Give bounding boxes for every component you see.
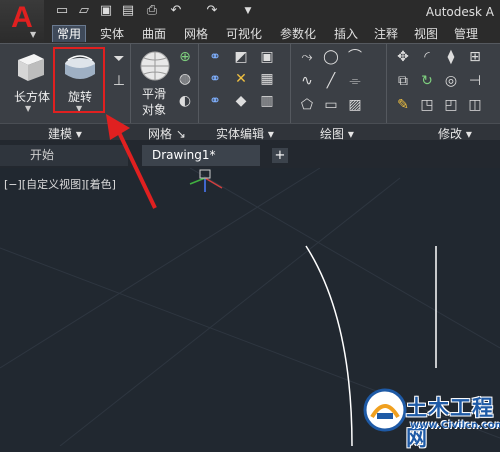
file-tab-bar: 开始 Drawing1* + — [0, 140, 500, 168]
smooth-label-line1[interactable]: 平滑 — [136, 85, 172, 102]
extrude-icon[interactable]: ⏷ — [110, 50, 128, 68]
shell-icon[interactable]: ▥ — [258, 92, 276, 110]
tab-visualize[interactable]: 可视化 — [222, 26, 266, 42]
slice-icon[interactable]: ◩ — [232, 48, 250, 66]
trim-icon[interactable]: ⊣ — [466, 72, 484, 90]
array-icon[interactable]: ⊞ — [466, 48, 484, 66]
ribbon-tab-bar: 常用 实体 曲面 网格 可视化 参数化 插入 注释 视图 管理 — [44, 24, 500, 43]
saveas-icon[interactable]: ▤ — [120, 3, 136, 19]
tab-surface[interactable]: 曲面 — [138, 26, 170, 42]
polyline-icon[interactable]: ⤳ — [298, 48, 316, 66]
smooth-object-icon[interactable] — [138, 49, 172, 83]
scale-icon[interactable]: ◰ — [442, 96, 460, 114]
tab-home[interactable]: 常用 — [52, 25, 87, 42]
tab-annotate[interactable]: 注释 — [370, 26, 402, 42]
rectangle-icon[interactable]: ▭ — [322, 96, 340, 114]
mesh-refine-icon[interactable]: ◍ — [176, 70, 194, 88]
offset-icon[interactable]: ◎ — [442, 72, 460, 90]
watermark-logo-icon — [363, 388, 407, 432]
box-button-label[interactable]: 长方体 — [10, 88, 54, 105]
arc-icon[interactable]: ⌒ — [346, 48, 364, 66]
application-menu-button[interactable]: A ▼ — [0, 0, 44, 44]
quick-access-toolbar: ▭ ▱ ▣ ▤ ⎙ ↶ ↷ ▼ Autodesk A — [44, 0, 500, 25]
revolve-highlight-box — [53, 47, 105, 113]
extrude-faces-icon[interactable]: ▣ — [258, 48, 276, 66]
tab-insert[interactable]: 插入 — [330, 26, 362, 42]
open-icon[interactable]: ▱ — [76, 3, 92, 19]
stretch-icon[interactable]: ◳ — [418, 96, 436, 114]
tab-mesh[interactable]: 网格 — [180, 26, 212, 42]
mirror-icon[interactable]: ⧫ — [442, 48, 460, 66]
save-icon[interactable]: ▣ — [98, 3, 114, 19]
tab-solid[interactable]: 实体 — [96, 26, 128, 42]
intersect-icon[interactable]: ⚭ — [206, 92, 224, 110]
polygon-icon[interactable]: ⬠ — [298, 96, 316, 114]
rotate-icon[interactable]: ↻ — [418, 72, 436, 90]
new-icon[interactable]: ▭ — [54, 3, 70, 19]
subtract-icon[interactable]: ⚭ — [206, 70, 224, 88]
explode-icon[interactable]: ◫ — [466, 96, 484, 114]
window-title: Autodesk A — [425, 5, 494, 19]
box-icon[interactable] — [14, 50, 48, 84]
line-icon[interactable]: ╱ — [322, 72, 340, 90]
tab-parametric[interactable]: 参数化 — [276, 26, 320, 42]
extract-edges-icon[interactable]: ◆ — [232, 92, 250, 110]
tab-manage[interactable]: 管理 — [450, 26, 482, 42]
copy-icon[interactable]: ⧉ — [394, 72, 412, 90]
new-tab-button[interactable]: + — [272, 148, 288, 163]
circle-icon[interactable]: ◯ — [322, 48, 340, 66]
undo-icon[interactable]: ↶ — [168, 3, 184, 19]
separate-icon[interactable]: ▦ — [258, 70, 276, 88]
mesh-edit-icon[interactable]: ◐ — [176, 92, 194, 110]
interfere-icon[interactable]: ✕ — [232, 70, 250, 88]
chevron-down-icon: ▼ — [30, 30, 37, 39]
print-icon[interactable]: ⎙ — [144, 3, 160, 19]
helix-icon[interactable]: ⌯ — [346, 72, 364, 90]
ribbon-panel-labels: 建模 ▾ 网格 ↘ 实体编辑 ▾ 绘图 ▾ 修改 ▾ — [0, 123, 500, 141]
tab-view[interactable]: 视图 — [410, 26, 442, 42]
move-icon[interactable]: ✥ — [394, 48, 412, 66]
mesh-box-icon[interactable]: ⊕ — [176, 48, 194, 66]
annotation-arrow — [106, 114, 157, 209]
watermark-url: www.Civilcn.com — [410, 420, 500, 431]
union-icon[interactable]: ⚭ — [206, 48, 224, 66]
chevron-down-icon[interactable]: ▼ — [25, 104, 31, 113]
chevron-down-icon[interactable]: ▼ — [240, 3, 256, 19]
hatch-icon[interactable]: ▨ — [346, 96, 364, 114]
spline-icon[interactable]: ∿ — [298, 72, 316, 90]
erase-icon[interactable]: ✎ — [394, 96, 412, 114]
fillet-icon[interactable]: ◜ — [418, 48, 436, 66]
ucs-icon — [189, 169, 223, 192]
presspull-icon[interactable]: ⊥ — [110, 72, 128, 90]
redo-icon[interactable]: ↷ — [204, 3, 220, 19]
